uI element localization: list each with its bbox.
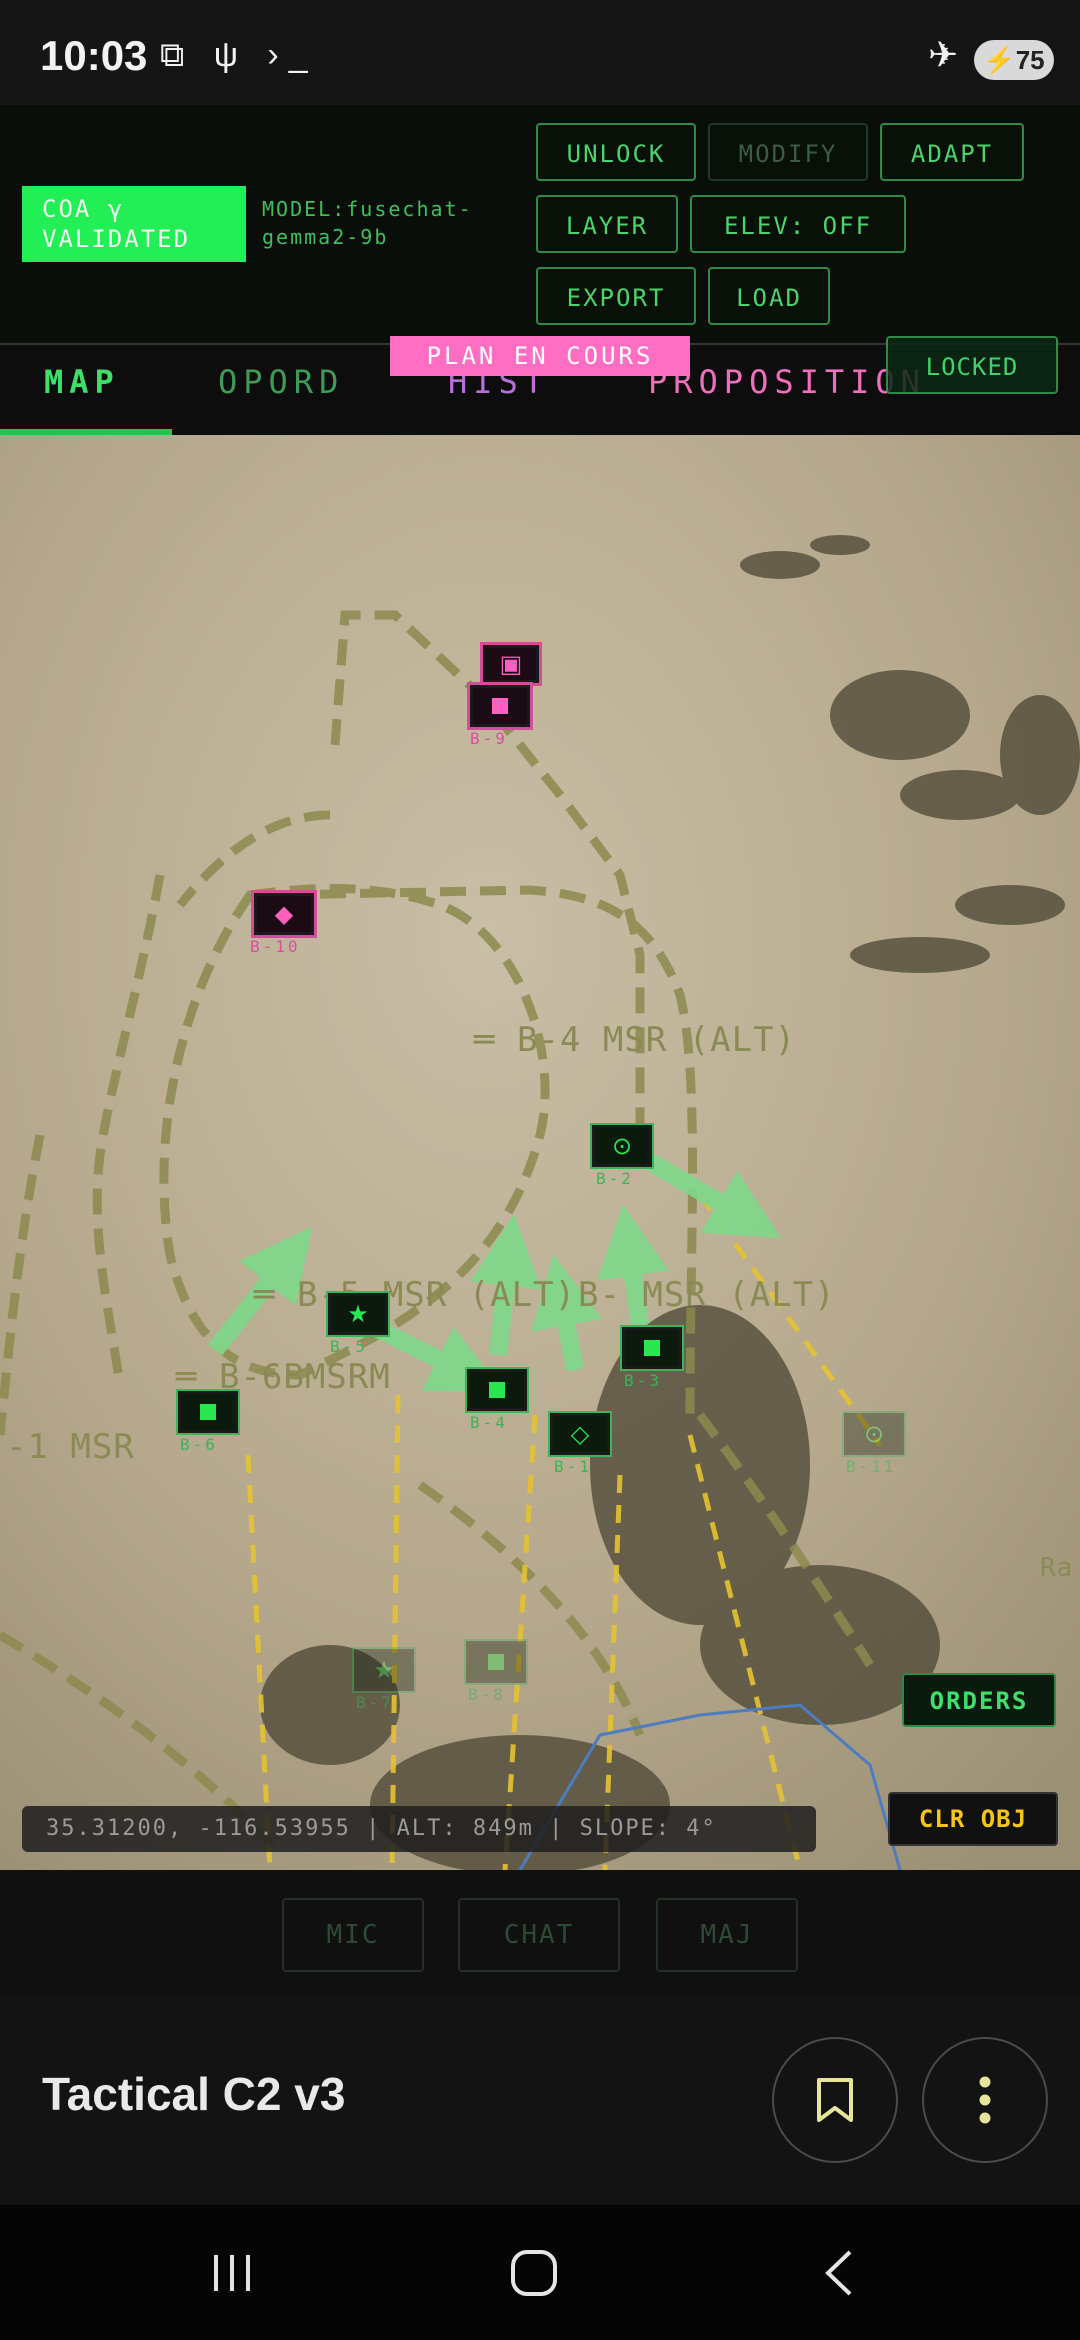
map-edge-label: Ra (1040, 1553, 1074, 1583)
recent-apps-button[interactable] (162, 2205, 302, 2340)
home-icon (511, 2249, 557, 2296)
update-button[interactable]: MAJ (656, 1898, 798, 1972)
friendly-unit-b5-label: B-5 (330, 1337, 368, 1356)
model-label-line1: MODEL:fusechat- (262, 197, 473, 221)
tab-opord[interactable]: OPORD (218, 363, 344, 401)
layer-button[interactable]: LAYER (536, 195, 678, 253)
tactical-map[interactable]: ═ B-4 MSR (ALT) ═ B-5 MSR (ALT) B- MSR (… (0, 435, 1080, 1870)
export-button[interactable]: EXPORT (536, 267, 696, 325)
friendly-unit-b6-label: B-6 (180, 1435, 218, 1454)
enemy-unit-b10[interactable]: ◆ (254, 893, 314, 935)
route-label-msr1: -1 MSR (6, 1427, 135, 1467)
plan-status-badge: PLAN EN COURS (390, 336, 690, 376)
friendly-unit-b1[interactable]: ◇ (550, 1413, 610, 1455)
status-bar: 10:03 ⧉ ψ ›_ ✈ ⚡75 (0, 0, 1080, 105)
load-button[interactable]: LOAD (708, 267, 830, 325)
enemy-unit-hq[interactable]: ▣ (483, 645, 539, 683)
enemy-unit-b9[interactable] (470, 685, 530, 727)
enemy-unit-b10-label: B-10 (250, 937, 301, 956)
model-label: MODEL:fusechat- gemma2-9b (262, 195, 473, 251)
coa-status-state: VALIDATED (42, 225, 191, 253)
airplane-mode-icon: ✈ (928, 34, 959, 75)
route-label-b-alt: B- MSR (ALT) (578, 1275, 836, 1315)
friendly-unit-b1-label: B-1 (554, 1457, 592, 1476)
modify-button[interactable]: MODIFY (708, 123, 868, 181)
coordinate-readout: 35.31200, -116.53955 | ALT: 849m | SLOPE… (22, 1806, 816, 1852)
friendly-unit-b3-label: B-3 (624, 1371, 662, 1390)
status-time: 10:03 (40, 32, 148, 79)
faded-unit-b7[interactable]: ★ (354, 1649, 414, 1691)
locked-badge[interactable]: LOCKED (886, 336, 1058, 394)
chat-button[interactable]: CHAT (458, 1898, 620, 1972)
orders-button[interactable]: ORDERS (902, 1673, 1056, 1727)
bookmark-button[interactable] (772, 2037, 898, 2163)
more-vert-icon (979, 2076, 991, 2124)
friendly-unit-b2[interactable]: ⊙ (592, 1125, 652, 1167)
faded-unit-b7-label: B-7 (356, 1693, 394, 1712)
battery-indicator: ⚡75 (974, 40, 1054, 80)
friendly-unit-b4-label: B-4 (470, 1413, 508, 1432)
notification-icons: ⧉ ψ ›_ (160, 36, 318, 74)
faded-unit-b8-label: B-8 (468, 1685, 506, 1704)
bookmark-icon (817, 2078, 853, 2122)
app-bar: Tactical C2 v3 (0, 1995, 1080, 2205)
back-icon (825, 2250, 852, 2295)
back-button[interactable] (768, 2205, 908, 2340)
mic-button[interactable]: MIC (282, 1898, 424, 1972)
coa-status-name: COA γ (42, 195, 125, 223)
recent-apps-icon (214, 2254, 250, 2291)
input-controls: MIC CHAT MAJ (0, 1870, 1080, 1995)
faded-unit-b11[interactable]: ⊙ (844, 1413, 904, 1455)
friendly-unit-b4[interactable] (467, 1369, 527, 1411)
command-header: COA γ VALIDATED MODEL:fusechat- gemma2-9… (0, 105, 1080, 343)
app-title: Tactical C2 v3 (42, 2068, 346, 2120)
friendly-unit-b5[interactable]: ★ (328, 1293, 388, 1335)
model-label-line2: gemma2-9b (262, 225, 389, 249)
faded-unit-b11-label: B-11 (846, 1457, 897, 1476)
battery-level: 75 (1015, 45, 1045, 75)
adapt-button[interactable]: ADAPT (880, 123, 1024, 181)
route-label-b5: ═ B-5 MSR (ALT) (254, 1275, 577, 1315)
more-options-button[interactable] (922, 2037, 1048, 2163)
faded-unit-b8[interactable] (466, 1641, 526, 1683)
home-button[interactable] (464, 2205, 604, 2340)
route-label-b4: ═ B-4 MSR (ALT) (474, 1020, 797, 1060)
unlock-button[interactable]: UNLOCK (536, 123, 696, 181)
friendly-unit-b6[interactable] (178, 1391, 238, 1433)
friendly-unit-b3[interactable] (622, 1327, 682, 1369)
system-nav-bar (0, 2205, 1080, 2340)
elevation-toggle-button[interactable]: ELEV: OFF (690, 195, 906, 253)
coa-status-badge: COA γ VALIDATED (22, 186, 246, 262)
enemy-unit-b9-label: B-9 (470, 729, 508, 748)
friendly-unit-b2-label: B-2 (596, 1169, 634, 1188)
map-canvas (0, 435, 1080, 1870)
clear-objective-button[interactable]: CLR OBJ (888, 1792, 1058, 1846)
tab-map[interactable]: MAP (44, 363, 120, 401)
